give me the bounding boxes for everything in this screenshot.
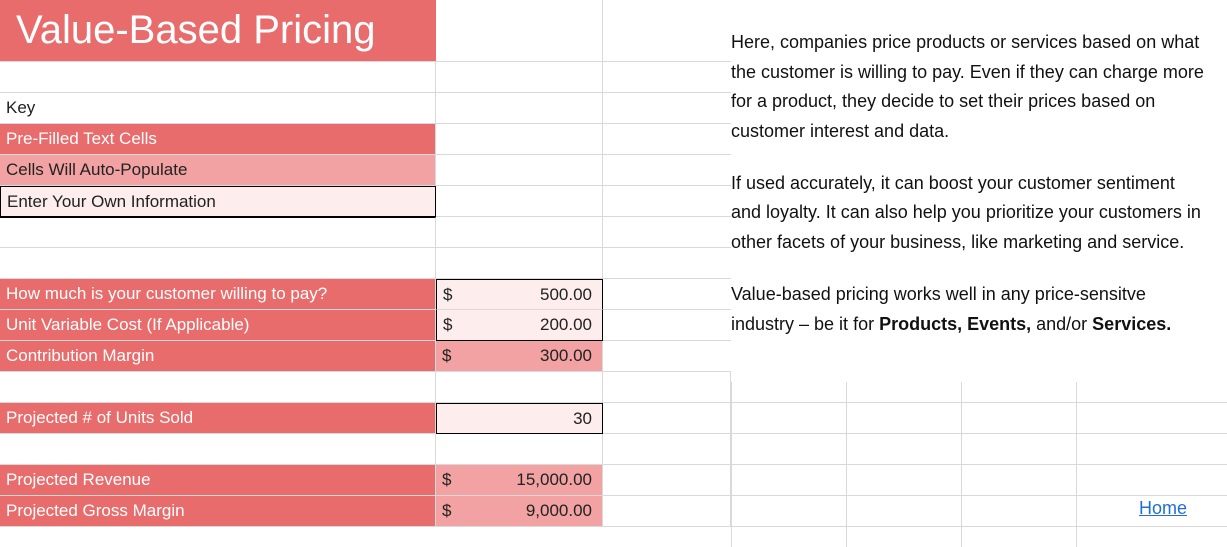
empty-cell	[0, 62, 436, 93]
empty-cell	[436, 217, 603, 248]
key-heading-text: Key	[6, 98, 35, 118]
empty-cell	[731, 465, 1227, 496]
empty-cell	[0, 217, 436, 248]
home-link[interactable]: Home	[1139, 498, 1187, 519]
empty-cell	[603, 403, 731, 434]
empty-cell	[731, 434, 1227, 465]
label-units-text: Projected # of Units Sold	[6, 408, 193, 428]
label-gross-margin: Projected Gross Margin	[0, 496, 436, 527]
explain-p3-c: and/or	[1031, 314, 1092, 334]
label-unit-var-text: Unit Variable Cost (If Applicable)	[6, 315, 249, 335]
empty-cell	[436, 248, 603, 279]
empty-cell	[603, 341, 731, 372]
explain-p3-b: Products, Events,	[879, 314, 1031, 334]
value-contrib: 300.00	[451, 346, 596, 366]
key-prefilled: Pre-Filled Text Cells	[0, 124, 436, 155]
explain-p3: Value-based pricing works well in any pr…	[731, 280, 1209, 339]
empty-cell	[0, 372, 436, 403]
explain-p2: If used accurately, it can boost your cu…	[731, 169, 1209, 258]
empty-cell	[603, 217, 731, 248]
value-willing: 500.00	[452, 285, 596, 305]
empty-cell	[603, 496, 731, 527]
currency-symbol: $	[442, 501, 451, 521]
currency-symbol: $	[442, 346, 451, 366]
label-gross-text: Projected Gross Margin	[6, 501, 185, 521]
input-willing-to-pay[interactable]: $500.00	[436, 279, 603, 310]
value-gross: 9,000.00	[451, 501, 596, 521]
key-auto: Cells Will Auto-Populate	[0, 155, 436, 186]
empty-cell	[603, 62, 731, 93]
empty-cell	[603, 279, 731, 310]
empty-cell	[603, 155, 731, 186]
input-unit-var-cost[interactable]: $200.00	[436, 310, 603, 341]
currency-symbol: $	[442, 470, 451, 490]
empty-cell	[603, 465, 731, 496]
empty-cell	[0, 434, 436, 465]
empty-cell	[436, 93, 603, 124]
currency-symbol: $	[443, 285, 452, 305]
empty-cell	[603, 310, 731, 341]
empty-cell	[436, 186, 603, 217]
explain-p3-d: Services.	[1092, 314, 1171, 334]
value-rev: 15,000.00	[451, 470, 596, 490]
label-projected-revenue: Projected Revenue	[0, 465, 436, 496]
label-contrib-text: Contribution Margin	[6, 346, 154, 366]
empty-cell	[436, 155, 603, 186]
empty-cell	[731, 372, 1227, 403]
value-unit-var: 200.00	[452, 315, 596, 335]
empty-cell	[603, 434, 731, 465]
currency-symbol: $	[443, 315, 452, 335]
empty-cell	[436, 62, 603, 93]
empty-cell	[603, 0, 731, 62]
empty-cell	[603, 186, 731, 217]
empty-cell	[603, 248, 731, 279]
label-willing-text: How much is your customer willing to pay…	[6, 284, 327, 304]
value-gross-margin: $9,000.00	[436, 496, 603, 527]
input-units-sold[interactable]: 30	[436, 403, 603, 434]
key-own: Enter Your Own Information	[0, 186, 436, 217]
label-units-sold: Projected # of Units Sold	[0, 403, 436, 434]
empty-cell	[603, 124, 731, 155]
label-contrib-margin: Contribution Margin	[0, 341, 436, 372]
key-prefilled-text: Pre-Filled Text Cells	[6, 129, 157, 149]
empty-cell	[0, 248, 436, 279]
value-contrib-margin: $300.00	[436, 341, 603, 372]
title-text: Value-Based Pricing	[16, 8, 375, 53]
key-auto-text: Cells Will Auto-Populate	[6, 160, 187, 180]
empty-cell	[603, 372, 731, 403]
empty-cell	[731, 403, 1227, 434]
empty-cell	[436, 372, 603, 403]
label-willing-to-pay: How much is your customer willing to pay…	[0, 279, 436, 310]
empty-cell	[436, 124, 603, 155]
key-heading: Key	[0, 93, 436, 124]
empty-cell	[436, 0, 603, 62]
label-unit-var-cost: Unit Variable Cost (If Applicable)	[0, 310, 436, 341]
explanation-text: Here, companies price products or servic…	[731, 28, 1221, 361]
empty-cell	[603, 93, 731, 124]
empty-cell	[436, 434, 603, 465]
label-rev-text: Projected Revenue	[6, 470, 151, 490]
key-own-text: Enter Your Own Information	[7, 192, 216, 212]
page-title: Value-Based Pricing	[0, 0, 436, 62]
explain-p1: Here, companies price products or servic…	[731, 28, 1209, 147]
value-projected-revenue: $15,000.00	[436, 465, 603, 496]
value-units: 30	[443, 409, 596, 429]
